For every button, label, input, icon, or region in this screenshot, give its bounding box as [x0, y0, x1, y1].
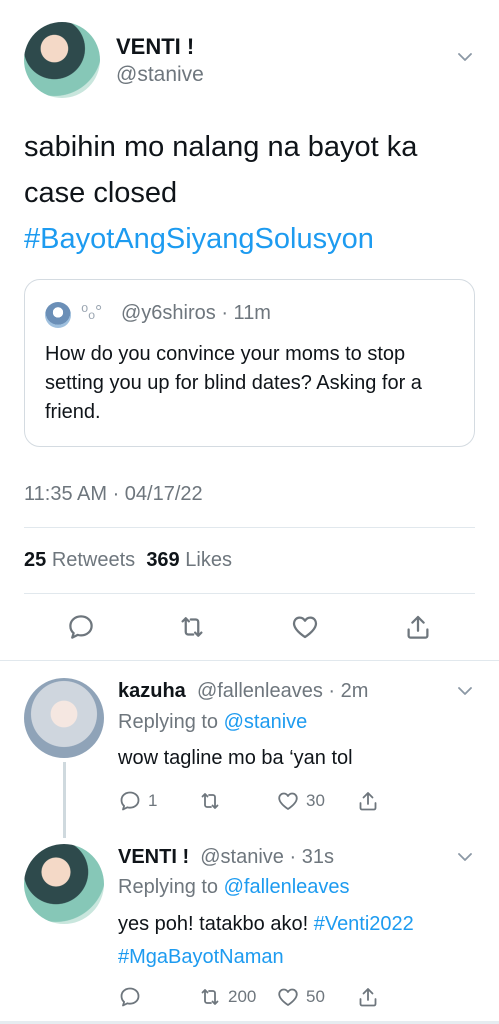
retweet-icon[interactable] [177, 612, 207, 642]
reply-button[interactable] [118, 985, 148, 1009]
replying-to: Replying to @stanive [118, 711, 307, 734]
retweet-icon [198, 985, 222, 1009]
like-count: 30 [306, 791, 325, 810]
quoted-tweet-text: How do you convince your moms to stop se… [45, 343, 422, 423]
engagement-counts: 25 Retweets 369 Likes [24, 549, 232, 572]
quoted-author-name-badge: ⁰ₒ° [81, 302, 103, 322]
thread-line [63, 762, 66, 838]
likes-label[interactable]: Likes [185, 549, 232, 571]
reply-author-handle[interactable]: @stanive · 31s [200, 846, 334, 868]
divider [0, 660, 499, 661]
reply-header: kazuha @fallenleaves · 2m [118, 680, 368, 703]
divider [24, 527, 475, 528]
share-icon[interactable] [403, 612, 433, 642]
like-icon [276, 985, 300, 1009]
share-icon [356, 985, 380, 1009]
reply-author-avatar[interactable] [24, 844, 104, 924]
reply-header: VENTI ! @stanive · 31s [118, 846, 334, 869]
tweet-text: sabihin mo nalang na bayot ka case close… [24, 124, 474, 262]
reply-author-name[interactable]: kazuha [118, 680, 186, 702]
tweet-text-line: sabihin mo nalang na bayot ka [24, 131, 418, 163]
hashtag-link[interactable]: #BayotAngSiyangSolusyon [24, 216, 474, 262]
quoted-author-handle: @y6shiros · 11m [121, 302, 271, 324]
replying-to-handle[interactable]: @fallenleaves [224, 876, 350, 898]
divider [24, 593, 475, 594]
reply-author-handle[interactable]: @fallenleaves · 2m [197, 680, 368, 702]
share-button[interactable] [356, 985, 380, 1009]
author-handle[interactable]: @stanive [116, 63, 204, 87]
likes-count[interactable]: 369 [146, 549, 179, 571]
replying-to-label: Replying to [118, 711, 219, 733]
reply-author-avatar[interactable] [24, 678, 104, 758]
replying-to-label: Replying to [118, 876, 219, 898]
share-icon [356, 789, 380, 813]
replying-to-handle[interactable]: @stanive [224, 711, 308, 733]
reply-icon [118, 985, 142, 1009]
tweet-timestamp[interactable]: 11:35 AM · 04/17/22 [24, 483, 203, 506]
retweet-button[interactable] [198, 789, 228, 813]
author-name[interactable]: VENTI ! [116, 34, 194, 60]
chevron-down-icon[interactable] [458, 852, 472, 866]
chevron-down-icon[interactable] [458, 686, 472, 700]
reply-icon[interactable] [66, 612, 96, 642]
chevron-down-icon[interactable] [458, 52, 472, 66]
retweets-label[interactable]: Retweets [52, 549, 135, 571]
like-button[interactable]: 50 [276, 985, 325, 1009]
retweet-icon [198, 789, 222, 813]
author-avatar[interactable] [24, 22, 100, 98]
replying-to: Replying to @fallenleaves [118, 876, 350, 899]
like-icon[interactable] [290, 612, 320, 642]
reply-text-line: wow tagline mo ba ‘yan tol [118, 747, 353, 769]
like-button[interactable]: 30 [276, 789, 325, 813]
reply-author-name[interactable]: VENTI ! [118, 846, 189, 868]
hashtag-link[interactable]: #MgaBayotNaman [118, 941, 414, 974]
retweet-button[interactable]: 200 [198, 985, 256, 1009]
reply-text-line: yes poh! tatakbo ako! [118, 913, 309, 935]
quoted-author-avatar [45, 302, 71, 328]
tweet-text-line: case closed [24, 177, 178, 209]
hashtag-link[interactable]: #Venti2022 [314, 913, 414, 935]
reply-count: 1 [148, 791, 158, 810]
like-count: 50 [306, 987, 325, 1006]
reply-text: yes poh! tatakbo ako! #Venti2022 #MgaBay… [118, 908, 414, 974]
retweet-count: 200 [228, 987, 257, 1006]
quoted-tweet[interactable]: ⁰ₒ° @y6shiros · 11m How do you convince … [24, 279, 475, 447]
reply-text: wow tagline mo ba ‘yan tol [118, 742, 353, 775]
reply-icon [118, 789, 142, 813]
reply-button[interactable]: 1 [118, 789, 157, 813]
like-icon [276, 789, 300, 813]
share-button[interactable] [356, 789, 380, 813]
retweets-count[interactable]: 25 [24, 549, 46, 571]
